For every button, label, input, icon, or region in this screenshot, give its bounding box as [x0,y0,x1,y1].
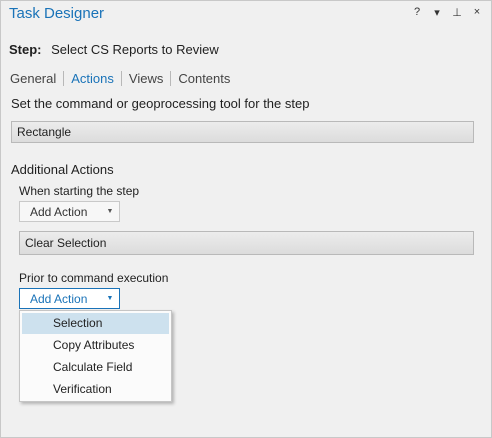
pane-controls: ? ▾ ⊥ × [411,6,483,19]
tab-views[interactable]: Views [120,71,170,86]
menu-item-copy-attributes[interactable]: Copy Attributes [22,335,169,356]
pin-icon[interactable]: ⊥ [451,6,463,19]
menu-item-verification[interactable]: Verification [22,379,169,400]
add-action-button-prior[interactable]: Add Action ▼ [19,288,120,309]
pane-title: Task Designer [9,5,105,22]
add-action-label: Add Action [30,204,88,219]
command-tool-field[interactable]: Rectangle [11,121,474,143]
add-action-dropdown-menu: Selection Copy Attributes Calculate Fiel… [19,310,172,402]
when-starting-label: When starting the step [19,184,140,198]
additional-actions-heading: Additional Actions [11,162,114,177]
prior-to-command-label: Prior to command execution [19,271,169,285]
task-designer-pane: Task Designer ? ▾ ⊥ × Step: Select CS Re… [0,0,492,438]
chevron-down-icon: ▼ [106,295,114,302]
clear-selection-action[interactable]: Clear Selection [19,231,474,255]
menu-item-selection[interactable]: Selection [22,313,169,334]
add-action-button-starting[interactable]: Add Action ▼ [19,201,120,222]
tab-actions[interactable]: Actions [63,71,121,86]
step-label: Step: [9,42,42,57]
tab-general[interactable]: General [10,71,63,86]
step-name: Select CS Reports to Review [51,42,219,57]
tab-contents[interactable]: Contents [170,71,237,86]
menu-item-calculate-field[interactable]: Calculate Field [22,357,169,378]
options-menu-icon[interactable]: ▾ [431,6,443,19]
chevron-down-icon: ▼ [106,208,114,215]
close-icon[interactable]: × [471,6,483,19]
tab-bar: General Actions Views Contents [10,71,237,86]
add-action-label: Add Action [30,291,88,306]
command-description: Set the command or geoprocessing tool fo… [11,96,310,111]
help-icon[interactable]: ? [411,6,423,19]
step-header: Step: Select CS Reports to Review [9,42,219,57]
